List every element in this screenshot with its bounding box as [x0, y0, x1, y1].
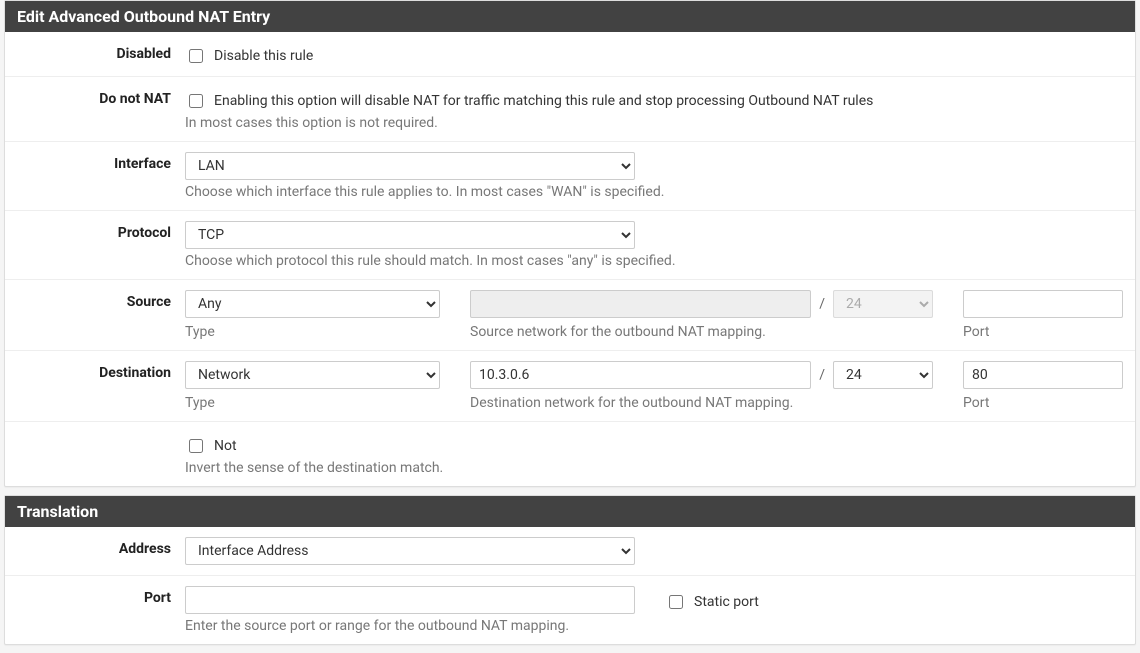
select-interface[interactable]: LAN [185, 152, 635, 180]
slash-source: / [817, 296, 827, 312]
select-translation-address[interactable]: Interface Address [185, 537, 635, 565]
panel-heading-edit-nat: Edit Advanced Outbound NAT Entry [5, 1, 1135, 32]
row-source: Source Any Type / 24 [5, 280, 1135, 351]
input-destination-network[interactable] [470, 361, 811, 389]
help-interface: Choose which interface this rule applies… [185, 184, 1123, 200]
row-not: Not Invert the sense of the destination … [5, 422, 1135, 486]
label-translation-port: Port [5, 586, 185, 606]
row-do-not-nat: Do not NAT Enabling this option will dis… [5, 77, 1135, 142]
checkbox-disabled-label: Disable this rule [214, 48, 313, 64]
help-source-type: Type [185, 324, 440, 340]
label-source: Source [5, 290, 185, 310]
checkbox-static-port-label: Static port [694, 594, 759, 610]
checkbox-static-port[interactable] [669, 595, 683, 609]
label-disabled: Disabled [5, 42, 185, 62]
help-translation-port: Enter the source port or range for the o… [185, 618, 1123, 634]
select-destination-cidr[interactable]: 24 [833, 361, 933, 389]
input-source-network[interactable] [470, 290, 811, 318]
label-not-empty [5, 432, 185, 436]
row-destination: Destination Network Type / 24 [5, 351, 1135, 422]
checkbox-disabled[interactable] [189, 49, 203, 63]
row-interface: Interface LAN Choose which interface thi… [5, 142, 1135, 211]
help-destination-type: Type [185, 395, 440, 411]
label-do-not-nat: Do not NAT [5, 87, 185, 107]
label-interface: Interface [5, 152, 185, 172]
checkbox-do-not-nat[interactable] [189, 94, 203, 108]
input-translation-port[interactable] [185, 586, 635, 614]
label-destination: Destination [5, 361, 185, 381]
checkbox-not[interactable] [189, 439, 203, 453]
select-destination-type[interactable]: Network [185, 361, 440, 389]
select-source-cidr[interactable]: 24 [833, 290, 933, 318]
row-protocol: Protocol TCP Choose which protocol this … [5, 211, 1135, 280]
help-source-network: Source network for the outbound NAT mapp… [470, 324, 933, 340]
help-destination-network: Destination network for the outbound NAT… [470, 395, 933, 411]
label-protocol: Protocol [5, 221, 185, 241]
input-source-port[interactable] [963, 290, 1123, 318]
help-protocol: Choose which protocol this rule should m… [185, 253, 1123, 269]
help-source-port: Port [963, 324, 1123, 340]
select-protocol[interactable]: TCP [185, 221, 635, 249]
label-translation-address: Address [5, 537, 185, 557]
input-destination-port[interactable] [963, 361, 1123, 389]
panel-translation: Translation Address Interface Address Po… [4, 495, 1136, 645]
row-translation-port: Port Static port Enter the source port o… [5, 576, 1135, 644]
row-disabled: Disabled Disable this rule [5, 32, 1135, 77]
help-do-not-nat: In most cases this option is not require… [185, 115, 1123, 131]
help-not: Invert the sense of the destination matc… [185, 460, 1123, 476]
checkbox-do-not-nat-label: Enabling this option will disable NAT fo… [214, 93, 873, 109]
select-source-type[interactable]: Any [185, 290, 440, 318]
slash-destination: / [817, 367, 827, 383]
row-translation-address: Address Interface Address [5, 527, 1135, 576]
panel-edit-nat-entry: Edit Advanced Outbound NAT Entry Disable… [4, 0, 1136, 487]
help-destination-port: Port [963, 395, 1123, 411]
panel-heading-translation: Translation [5, 496, 1135, 527]
checkbox-not-label: Not [214, 438, 237, 454]
